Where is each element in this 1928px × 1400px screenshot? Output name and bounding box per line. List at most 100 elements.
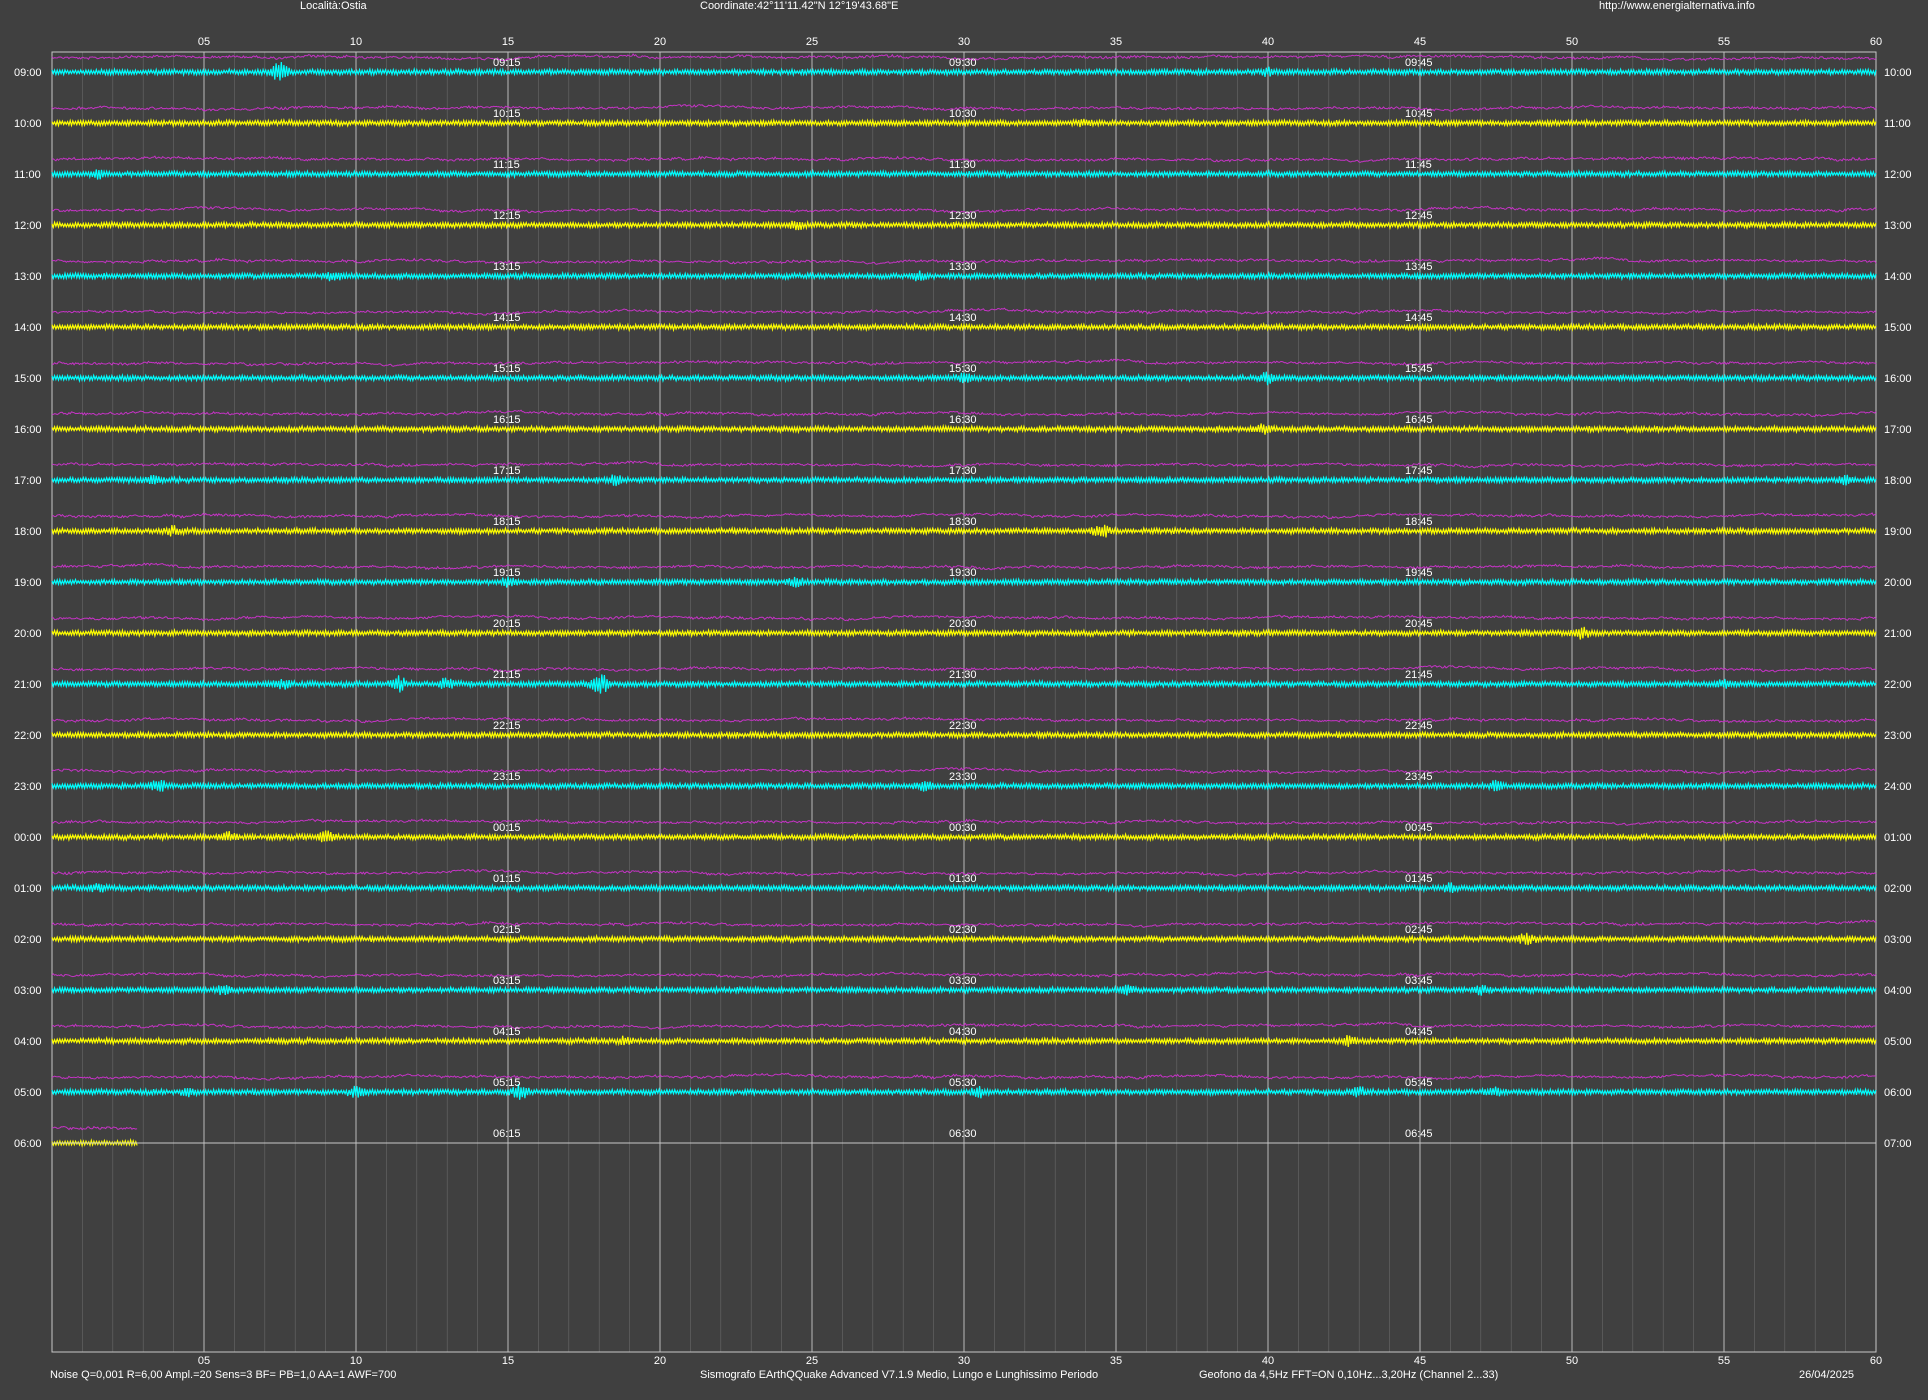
quarter-hour-label: 01:45 (1405, 873, 1433, 885)
hour-label-right: 16:00 (1884, 373, 1912, 385)
quarter-hour-label: 17:15 (493, 465, 521, 477)
quarter-hour-label: 21:45 (1405, 669, 1433, 681)
quarter-hour-label: 11:45 (1405, 159, 1432, 171)
hour-label-left: 17:00 (14, 475, 42, 487)
hour-label-left: 06:00 (14, 1138, 42, 1150)
hour-label-left: 03:00 (14, 985, 42, 997)
quarter-hour-label: 03:45 (1405, 975, 1433, 987)
quarter-hour-label: 00:30 (949, 822, 977, 834)
hour-label-right: 18:00 (1884, 475, 1912, 487)
hour-label-right: 21:00 (1884, 628, 1912, 640)
x-tick-label-bottom: 25 (806, 1355, 818, 1367)
hour-label-left: 11:00 (14, 169, 41, 181)
quarter-hour-label: 12:45 (1405, 210, 1433, 222)
hour-label-left: 16:00 (14, 424, 42, 436)
x-tick-label-bottom: 05 (198, 1355, 210, 1367)
quarter-hour-label: 22:30 (949, 720, 977, 732)
hour-label-right: 15:00 (1884, 322, 1912, 334)
hour-label-right: 17:00 (1884, 424, 1912, 436)
hour-label-right: 07:00 (1884, 1138, 1912, 1150)
quarter-hour-label: 05:30 (949, 1077, 977, 1089)
quarter-hour-label: 06:15 (493, 1128, 521, 1140)
x-tick-label-top: 35 (1110, 36, 1122, 48)
quarter-hour-label: 00:45 (1405, 822, 1433, 834)
quarter-hour-label: 10:45 (1405, 108, 1433, 120)
x-tick-label-bottom: 10 (350, 1355, 362, 1367)
hour-label-right: 10:00 (1884, 67, 1912, 79)
x-tick-label-top: 05 (198, 36, 210, 48)
hour-label-left: 23:00 (14, 781, 42, 793)
x-tick-label-top: 20 (654, 36, 666, 48)
x-tick-label-top: 55 (1718, 36, 1730, 48)
hour-label-left: 12:00 (14, 220, 42, 232)
x-tick-label-top: 60 (1870, 36, 1882, 48)
hour-label-right: 24:00 (1884, 781, 1912, 793)
quarter-hour-label: 13:15 (493, 261, 521, 273)
quarter-hour-label: 02:45 (1405, 924, 1433, 936)
hour-label-left: 14:00 (14, 322, 42, 334)
website-label: http://www.energialternativa.info (1599, 0, 1755, 12)
quarter-hour-label: 19:30 (949, 567, 977, 579)
hour-label-right: 05:00 (1884, 1036, 1912, 1048)
x-tick-label-bottom: 35 (1110, 1355, 1122, 1367)
quarter-hour-label: 16:45 (1405, 414, 1433, 426)
hour-label-right: 04:00 (1884, 985, 1912, 997)
x-tick-label-bottom: 20 (654, 1355, 666, 1367)
quarter-hour-label: 04:45 (1405, 1026, 1433, 1038)
quarter-hour-label: 18:30 (949, 516, 977, 528)
hour-label-right: 22:00 (1884, 679, 1912, 691)
x-tick-label-top: 40 (1262, 36, 1274, 48)
x-tick-label-bottom: 45 (1414, 1355, 1426, 1367)
quarter-hour-label: 23:15 (493, 771, 521, 783)
quarter-hour-label: 22:45 (1405, 720, 1433, 732)
coordinates-label: Coordinate:42°11'11.42"N 12°19'43.68"E (700, 0, 899, 12)
quarter-hour-label: 18:15 (493, 516, 521, 528)
quarter-hour-label: 15:45 (1405, 363, 1433, 375)
hour-label-left: 22:00 (14, 730, 42, 742)
quarter-hour-label: 21:15 (493, 669, 521, 681)
quarter-hour-label: 09:30 (949, 57, 977, 69)
quarter-hour-label: 04:30 (949, 1026, 977, 1038)
location-label: Località:Ostia (300, 0, 367, 12)
quarter-hour-label: 06:30 (949, 1128, 977, 1140)
quarter-hour-label: 02:15 (493, 924, 521, 936)
quarter-hour-label: 23:30 (949, 771, 977, 783)
hour-label-right: 01:00 (1884, 832, 1912, 844)
x-tick-label-bottom: 50 (1566, 1355, 1578, 1367)
quarter-hour-label: 03:30 (949, 975, 977, 987)
hour-label-left: 10:00 (14, 118, 42, 130)
hour-label-right: 02:00 (1884, 883, 1912, 895)
quarter-hour-label: 20:15 (493, 618, 521, 630)
x-tick-label-bottom: 60 (1870, 1355, 1882, 1367)
quarter-hour-label: 10:30 (949, 108, 977, 120)
quarter-hour-label: 11:30 (949, 159, 976, 171)
quarter-hour-label: 15:30 (949, 363, 977, 375)
quarter-hour-label: 13:30 (949, 261, 977, 273)
quarter-hour-label: 15:15 (493, 363, 521, 375)
quarter-hour-label: 04:15 (493, 1026, 521, 1038)
quarter-hour-label: 21:30 (949, 669, 977, 681)
quarter-hour-label: 00:15 (493, 822, 521, 834)
x-tick-label-top: 15 (502, 36, 514, 48)
x-tick-label-top: 30 (958, 36, 970, 48)
noise-params-label: Noise Q=0,001 R=6,00 Ampl.=20 Sens=3 BF=… (50, 1369, 397, 1381)
quarter-hour-label: 19:15 (493, 567, 521, 579)
software-label: Sismografo EArthQQuake Advanced V7.1.9 M… (700, 1369, 1099, 1381)
x-tick-label-top: 45 (1414, 36, 1426, 48)
quarter-hour-label: 01:15 (493, 873, 521, 885)
hour-label-left: 21:00 (14, 679, 42, 691)
hour-label-left: 02:00 (14, 934, 42, 946)
seismogram-chart: 05 05 10 10 15 15 20 20 25 25 30 30 35 35 40 40 45 45 50 50… (14, 36, 1912, 1367)
hour-label-right: 06:00 (1884, 1087, 1912, 1099)
long-period-trace (51, 1125, 138, 1131)
quarter-hour-label: 09:45 (1405, 57, 1433, 69)
hour-label-right: 23:00 (1884, 730, 1912, 742)
hour-label-right: 12:00 (1884, 169, 1912, 181)
quarter-hour-label: 02:30 (949, 924, 977, 936)
x-tick-label-bottom: 40 (1262, 1355, 1274, 1367)
x-tick-label-top: 50 (1566, 36, 1578, 48)
quarter-hour-label: 16:15 (493, 414, 521, 426)
hour-label-right: 20:00 (1884, 577, 1912, 589)
quarter-hour-label: 03:15 (493, 975, 521, 987)
quarter-hour-label: 12:15 (493, 210, 521, 222)
